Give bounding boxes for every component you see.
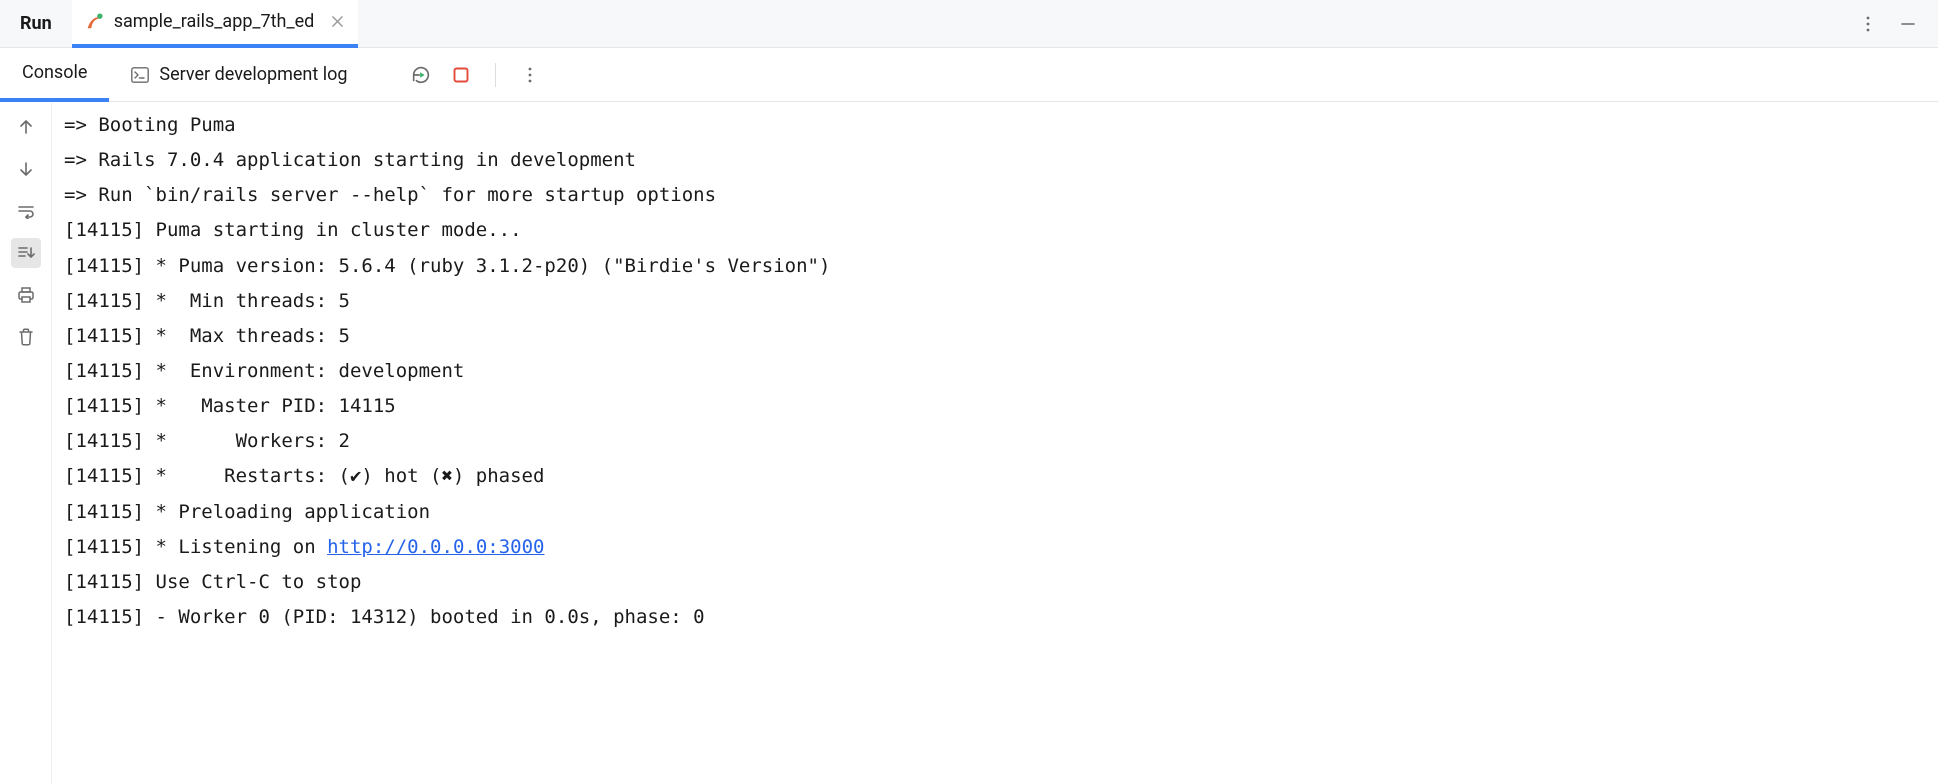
scroll-down-button[interactable] bbox=[11, 154, 41, 184]
console-line: [14115] * Preloading application bbox=[64, 495, 1926, 530]
rails-icon bbox=[84, 12, 104, 32]
scroll-to-end-button[interactable] bbox=[11, 238, 41, 268]
listen-url-link[interactable]: http://0.0.0.0:3000 bbox=[327, 536, 544, 558]
content-area: => Booting Puma=> Rails 7.0.4 applicatio… bbox=[0, 102, 1938, 784]
run-config-name: sample_rails_app_7th_ed bbox=[114, 11, 315, 32]
console-line: => Booting Puma bbox=[64, 108, 1926, 143]
console-line: [14115] - Worker 0 (PID: 14312) booted i… bbox=[64, 600, 1926, 635]
console-line: [14115] * Master PID: 14115 bbox=[64, 389, 1926, 424]
console-gutter bbox=[0, 102, 52, 784]
tab-console-label: Console bbox=[22, 62, 87, 83]
console-line: [14115] * Environment: development bbox=[64, 354, 1926, 389]
toolbar-actions bbox=[369, 59, 546, 91]
console-line: [14115] * Restarts: (✔) hot (✖) phased bbox=[64, 459, 1926, 494]
console-line: [14115] Puma starting in cluster mode... bbox=[64, 213, 1926, 248]
console-output[interactable]: => Booting Puma=> Rails 7.0.4 applicatio… bbox=[52, 102, 1938, 784]
header-right-actions bbox=[1854, 10, 1930, 38]
console-line: => Rails 7.0.4 application starting in d… bbox=[64, 143, 1926, 178]
console-line: [14115] * Puma version: 5.6.4 (ruby 3.1.… bbox=[64, 249, 1926, 284]
console-line: [14115] * Listening on http://0.0.0.0:30… bbox=[64, 530, 1926, 565]
print-button[interactable] bbox=[11, 280, 41, 310]
close-tab-button[interactable] bbox=[328, 13, 346, 31]
soft-wrap-button[interactable] bbox=[11, 196, 41, 226]
run-tool-window-header: Run sample_rails_app_7th_ed bbox=[0, 0, 1938, 48]
scroll-up-button[interactable] bbox=[11, 112, 41, 142]
console-line: [14115] * Workers: 2 bbox=[64, 424, 1926, 459]
rerun-button[interactable] bbox=[405, 59, 437, 91]
toolbar-more-button[interactable] bbox=[514, 59, 546, 91]
console-line: [14115] Use Ctrl-C to stop bbox=[64, 565, 1926, 600]
tool-window-title: Run bbox=[8, 13, 72, 34]
tab-server-log-label: Server development log bbox=[159, 64, 347, 85]
tab-console[interactable]: Console bbox=[0, 48, 109, 102]
terminal-icon bbox=[131, 66, 149, 84]
toolbar-divider bbox=[495, 63, 496, 87]
console-line: => Run `bin/rails server --help` for mor… bbox=[64, 178, 1926, 213]
tab-server-log[interactable]: Server development log bbox=[109, 48, 369, 102]
console-line: [14115] * Min threads: 5 bbox=[64, 284, 1926, 319]
more-options-button[interactable] bbox=[1854, 10, 1882, 38]
console-line: [14115] * Max threads: 5 bbox=[64, 319, 1926, 354]
run-config-tab[interactable]: sample_rails_app_7th_ed bbox=[72, 0, 359, 48]
run-toolbar: Console Server development log bbox=[0, 48, 1938, 102]
clear-all-button[interactable] bbox=[11, 322, 41, 352]
minimize-button[interactable] bbox=[1894, 10, 1922, 38]
stop-button[interactable] bbox=[445, 59, 477, 91]
